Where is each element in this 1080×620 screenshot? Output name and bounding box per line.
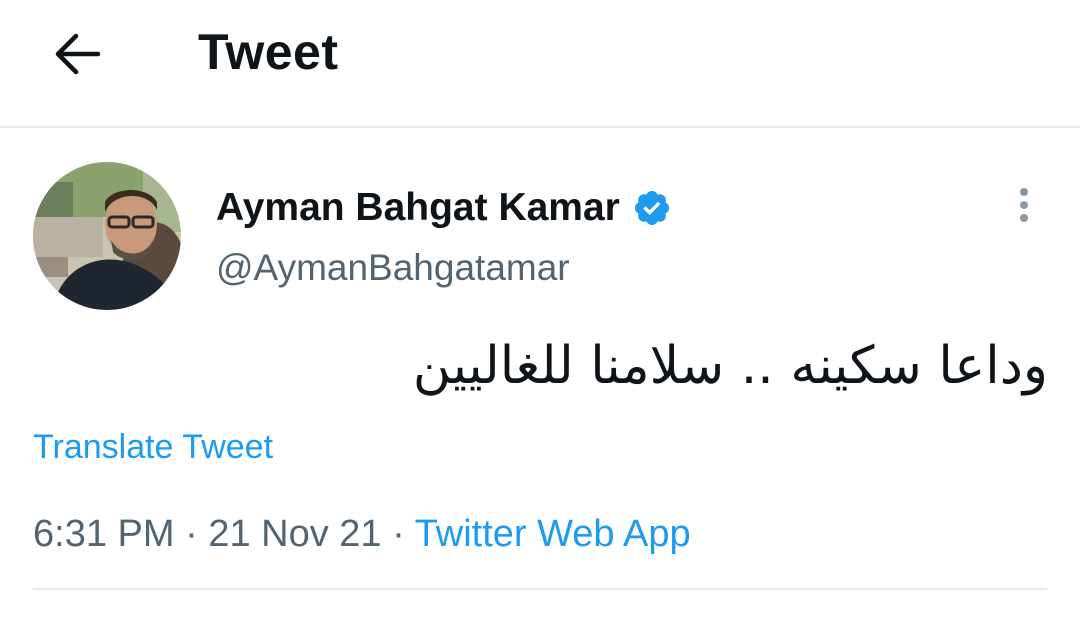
display-name[interactable]: Ayman Bahgat Kamar [216, 185, 620, 231]
verified-badge-icon [634, 190, 669, 226]
page-title: Tweet [198, 24, 339, 80]
tweet-time: 6:31 PM [33, 513, 175, 555]
tweet-metadata: 6:31 PM · 21 Nov 21 · Twitter Web App [33, 512, 691, 556]
author-handle[interactable]: @AymanBahgatamar [216, 246, 570, 290]
more-vertical-icon [1020, 188, 1028, 196]
avatar-image [33, 162, 181, 310]
meta-separator: · [392, 513, 405, 555]
more-dot [1020, 201, 1028, 209]
arrow-left-icon [55, 33, 101, 75]
more-dot [1020, 214, 1028, 222]
meta-separator: · [185, 513, 198, 555]
tweet-source-link[interactable]: Twitter Web App [415, 513, 691, 555]
translate-tweet-link[interactable]: Translate Tweet [33, 427, 273, 467]
top-bar: Tweet [0, 0, 1080, 128]
tweet-text: وداعا سكينه .. سلامنا للغاليين [412, 336, 1048, 396]
divider [33, 588, 1047, 590]
avatar[interactable] [33, 162, 181, 310]
author-name-row: Ayman Bahgat Kamar [216, 185, 672, 231]
more-options-button[interactable] [1004, 182, 1044, 228]
back-button[interactable] [44, 22, 108, 86]
tweet-date: 21 Nov 21 [208, 513, 382, 555]
